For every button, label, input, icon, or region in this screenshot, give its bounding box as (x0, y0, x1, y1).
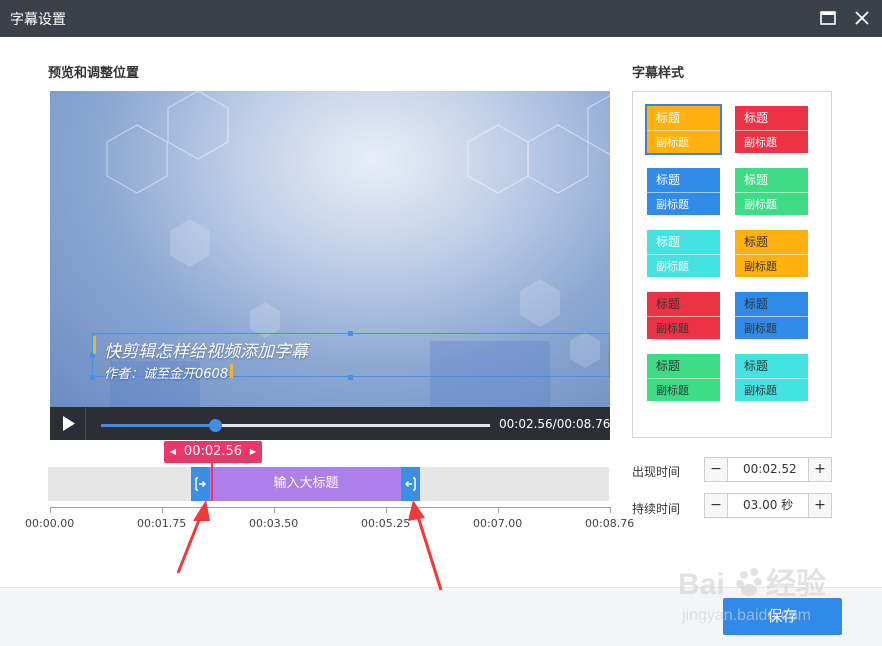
appear-time-plus-button[interactable]: + (808, 458, 831, 481)
svg-text:经验: 经验 (766, 567, 826, 601)
style-card-3[interactable]: 标题副标题 (647, 168, 720, 215)
ruler-tick (274, 507, 275, 513)
ruler-tick-label: 00:03.50 (249, 517, 299, 530)
style-card-10[interactable]: 标题副标题 (735, 354, 808, 401)
author-accent-bar (230, 364, 233, 378)
style-card-8[interactable]: 标题副标题 (735, 292, 808, 339)
playhead-time-badge[interactable]: ◀ 00:02.56 ▶ (164, 441, 262, 463)
style-card-title: 标题 (656, 235, 681, 249)
ruler-tick-label: 00:00.00 (25, 517, 75, 530)
title-bar: 字幕设置 (0, 0, 882, 37)
appear-time-stepper[interactable]: − 00:02.52 + (704, 457, 832, 482)
resize-handle-top[interactable] (348, 331, 353, 336)
ruler-tick (162, 507, 163, 513)
ruler-tick-label: 00:07.00 (473, 517, 523, 530)
ruler-tick (386, 507, 387, 513)
duration-value[interactable]: 03.00 秒 (729, 494, 807, 517)
trim-end-icon (404, 477, 416, 491)
duration-stepper[interactable]: − 03.00 秒 + (704, 493, 832, 518)
window-title: 字幕设置 (10, 12, 66, 28)
style-card-title: 标题 (744, 297, 769, 311)
style-card-7[interactable]: 标题副标题 (647, 292, 720, 339)
appear-time-minus-button[interactable]: − (705, 458, 728, 481)
style-card-5[interactable]: 标题副标题 (647, 230, 720, 277)
ruler-tick (50, 507, 51, 513)
style-card-title: 标题 (656, 359, 681, 373)
style-card-subtitle: 副标题 (735, 254, 808, 277)
resize-handle-bottom-left[interactable] (90, 375, 95, 380)
style-card-1[interactable]: 标题副标题 (645, 104, 722, 155)
maximize-button[interactable] (818, 8, 838, 28)
step-forward-icon[interactable]: ▶ (246, 441, 260, 463)
play-icon (63, 416, 75, 431)
style-card-9[interactable]: 标题副标题 (647, 354, 720, 401)
clip-end-handle[interactable] (401, 467, 420, 501)
duration-plus-button[interactable]: + (808, 494, 831, 517)
style-card-title: 标题 (744, 235, 769, 249)
style-card-title: 标题 (656, 173, 681, 187)
style-heading: 字幕样式 (632, 66, 685, 81)
svg-text:Bai: Bai (678, 568, 725, 601)
ruler-tick-label: 00:05.25 (361, 517, 411, 530)
playhead[interactable] (211, 459, 213, 501)
duration-label: 持续时间 (632, 502, 681, 516)
play-button[interactable] (50, 407, 86, 440)
ruler-tick-label: 00:08.76 (585, 517, 635, 530)
style-card-subtitle: 副标题 (735, 316, 808, 339)
style-card-title: 标题 (656, 297, 681, 311)
style-card-subtitle: 副标题 (735, 130, 808, 153)
close-button[interactable] (852, 8, 872, 28)
trim-start-icon (195, 477, 207, 491)
style-card-title: 标题 (744, 359, 769, 373)
style-card-2[interactable]: 标题副标题 (735, 106, 808, 153)
style-card-subtitle: 副标题 (647, 192, 720, 215)
ruler-tick (498, 507, 499, 513)
style-card-subtitle: 副标题 (647, 254, 720, 277)
duration-minus-button[interactable]: − (705, 494, 728, 517)
style-card-4[interactable]: 标题副标题 (735, 168, 808, 215)
subtitle-clip[interactable]: 输入大标题 (210, 467, 402, 501)
style-card-title: 标题 (744, 173, 769, 187)
close-icon (855, 11, 869, 25)
style-card-6[interactable]: 标题副标题 (735, 230, 808, 277)
style-card-subtitle: 副标题 (735, 192, 808, 215)
style-card-title: 标题 (656, 111, 681, 125)
ruler-tick (610, 507, 611, 513)
style-card-subtitle: 副标题 (647, 130, 720, 153)
time-display: 00:02.56/00:08.76 (499, 417, 611, 431)
style-card-subtitle: 副标题 (735, 378, 808, 401)
svg-text:jingyan.baidu.com: jingyan.baidu.com (681, 607, 811, 624)
progress-fill (101, 424, 215, 427)
subtitle-author-text[interactable]: 作者：诚至金开0608 (104, 363, 228, 382)
style-card-title: 标题 (744, 111, 769, 125)
baidu-watermark-logo: Bai 经验 jingyan.baidu.com (678, 567, 826, 624)
style-card-subtitle: 副标题 (647, 316, 720, 339)
title-accent-bar (93, 336, 96, 354)
appear-time-label: 出现时间 (632, 465, 681, 479)
ruler-tick-label: 00:01.75 (137, 517, 187, 530)
subtitle-title-text[interactable]: 快剪辑怎样给视频添加字幕 (104, 337, 308, 362)
preview-heading: 预览和调整位置 (48, 66, 140, 81)
playhead-time: 00:02.56 (183, 444, 243, 459)
timeline-ruler (50, 507, 610, 508)
step-back-icon[interactable]: ◀ (166, 441, 180, 463)
style-card-subtitle: 副标题 (647, 378, 720, 401)
maximize-icon (820, 11, 836, 25)
progress-knob[interactable] (209, 419, 222, 432)
resize-handle-bottom[interactable] (348, 375, 353, 380)
appear-time-value[interactable]: 00:02.52 (729, 458, 807, 481)
clip-start-handle[interactable] (191, 467, 210, 501)
